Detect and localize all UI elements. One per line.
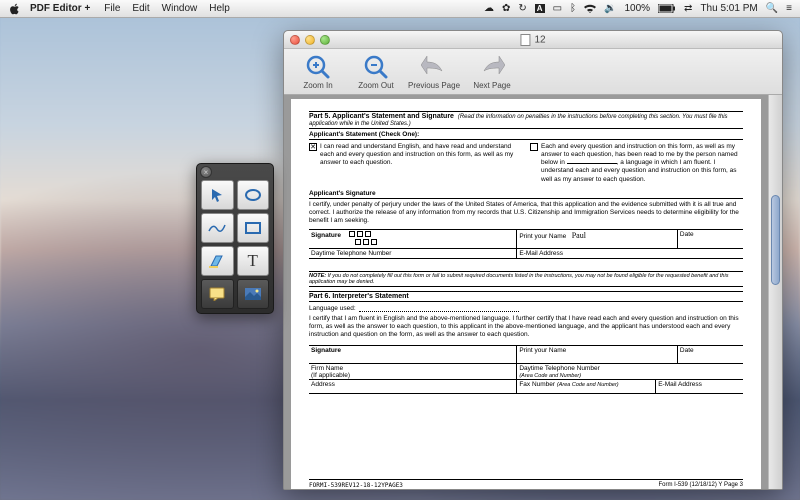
next-page-label: Next Page xyxy=(473,81,510,90)
bluetooth-icon[interactable]: ᛒ xyxy=(570,3,576,14)
vertical-scrollbar[interactable] xyxy=(768,95,782,489)
note-text: If you do not completely fill out this f… xyxy=(309,273,728,285)
zoom-in-label: Zoom In xyxy=(303,81,332,90)
zoom-in-button[interactable]: Zoom In xyxy=(290,53,346,90)
clock[interactable]: Thu 5:01 PM xyxy=(700,3,757,14)
prev-page-label: Previous Page xyxy=(408,81,460,90)
part5-heading: Part 5. Applicant's Statement and Signat… xyxy=(309,113,454,120)
lbl-print-name: Print your Name xyxy=(519,233,566,240)
volume-icon[interactable]: 🔉 xyxy=(604,3,616,14)
text-tool-button[interactable]: T xyxy=(237,246,270,276)
sig-date-box[interactable] xyxy=(357,231,363,237)
leaf-icon[interactable]: ✿ xyxy=(502,3,510,14)
window-title: 12 xyxy=(520,34,545,46)
palette-close-button[interactable]: × xyxy=(200,166,212,178)
name-value[interactable]: Paul xyxy=(572,231,586,240)
zoom-out-button[interactable]: Zoom Out xyxy=(348,53,404,90)
pdf-page: Part 5. Applicant's Statement and Signat… xyxy=(291,99,761,489)
lbl-firm1: Firm Name xyxy=(311,365,343,372)
applicant-stmt-title: Applicant's Statement (Check One): xyxy=(309,131,743,140)
sig-date-box[interactable] xyxy=(365,231,371,237)
ellipse-tool-button[interactable] xyxy=(237,180,270,210)
window-titlebar[interactable]: 12 xyxy=(284,31,782,49)
previous-page-button[interactable]: Previous Page xyxy=(406,53,462,90)
cloud-icon[interactable]: ☁ xyxy=(484,3,494,14)
lbl-date: Date xyxy=(678,230,743,248)
sync-icon[interactable]: ↻ xyxy=(518,3,526,14)
sig-date-box[interactable] xyxy=(371,239,377,245)
lbl-fax: Fax Number xyxy=(519,381,555,388)
spotlight-icon[interactable]: 🔍 xyxy=(766,3,778,14)
interpreter-cert: I certify that I am fluent in English an… xyxy=(309,315,743,339)
wifi-icon[interactable] xyxy=(584,4,596,14)
window-close-button[interactable] xyxy=(290,35,300,45)
footer-right: Form I-539 (12/18/12) Y Page 3 xyxy=(659,482,744,489)
switch-icon[interactable]: ⇄ xyxy=(684,3,692,14)
zoom-out-label: Zoom Out xyxy=(358,81,394,90)
lang-used: Language used: xyxy=(309,305,356,312)
apple-menu-icon[interactable] xyxy=(8,3,22,15)
notification-icon[interactable]: ≡ xyxy=(786,3,792,14)
lbl-print-name-2: Print your Name xyxy=(517,346,678,363)
document-icon xyxy=(520,34,530,46)
menu-help[interactable]: Help xyxy=(209,3,230,14)
pdf-editor-window: 12 Zoom In Zoom Out Previous Page Next P… xyxy=(283,30,783,490)
lbl-date-2: Date xyxy=(678,346,743,363)
lbl-firm2: (If applicable) xyxy=(311,372,350,379)
menu-file[interactable]: File xyxy=(104,3,120,14)
adobe-icon[interactable]: A xyxy=(535,4,545,13)
lbl-area: (Area Code and Number) xyxy=(519,373,581,379)
checkbox-english[interactable]: ✕ xyxy=(309,143,317,151)
lbl-daytime: Daytime Telephone Number xyxy=(309,249,517,258)
menu-window[interactable]: Window xyxy=(162,3,198,14)
stmt-b-text: Each and every question and instruction … xyxy=(541,143,743,184)
highlight-tool-button[interactable] xyxy=(201,246,234,276)
checkbox-interpreter[interactable] xyxy=(530,143,538,151)
next-page-button[interactable]: Next Page xyxy=(464,53,520,90)
window-minimize-button[interactable] xyxy=(305,35,315,45)
system-menubar: PDF Editor + File Edit Window Help ☁ ✿ ↻… xyxy=(0,0,800,18)
image-tool-button[interactable] xyxy=(237,279,270,309)
document-scroll[interactable]: Part 5. Applicant's Statement and Signat… xyxy=(284,95,768,489)
window-zoom-button[interactable] xyxy=(320,35,330,45)
arrow-tool-button[interactable] xyxy=(201,180,234,210)
pencil-tool-button[interactable] xyxy=(201,213,234,243)
perjury-text: I certify, under penalty of perjury unde… xyxy=(309,201,743,225)
document-viewport: Part 5. Applicant's Statement and Signat… xyxy=(284,95,782,489)
menu-edit[interactable]: Edit xyxy=(132,3,149,14)
app-name[interactable]: PDF Editor + xyxy=(30,3,90,14)
lbl-email-2: E-Mail Address xyxy=(656,380,743,393)
stmt-a-text: I can read and understand English, and h… xyxy=(320,143,522,184)
part6-heading: Part 6. Interpreter's Statement xyxy=(309,291,743,302)
lbl-signature: Signature xyxy=(311,232,341,239)
footer-left: FORMI-539REV12-18-12YPAGE3 xyxy=(309,482,403,489)
annotation-palette[interactable]: × T xyxy=(196,163,274,314)
applicant-sig-title: Applicant's Signature xyxy=(309,190,743,199)
lbl-daytime-2: Daytime Telephone Number xyxy=(519,365,599,372)
lbl-email: E-Mail Address xyxy=(517,249,743,258)
note-tool-button[interactable] xyxy=(201,279,234,309)
sig-date-box[interactable] xyxy=(363,239,369,245)
window-toolbar: Zoom In Zoom Out Previous Page Next Page xyxy=(284,49,782,95)
lbl-signature-2: Signature xyxy=(309,346,517,363)
display-icon[interactable]: ▭ xyxy=(553,3,562,14)
scrollbar-thumb[interactable] xyxy=(771,195,780,285)
battery-icon[interactable] xyxy=(658,4,676,13)
battery-percent: 100% xyxy=(624,3,650,14)
sig-date-box[interactable] xyxy=(349,231,355,237)
sig-date-box[interactable] xyxy=(355,239,361,245)
rectangle-tool-button[interactable] xyxy=(237,213,270,243)
lbl-address: Address xyxy=(309,380,517,393)
